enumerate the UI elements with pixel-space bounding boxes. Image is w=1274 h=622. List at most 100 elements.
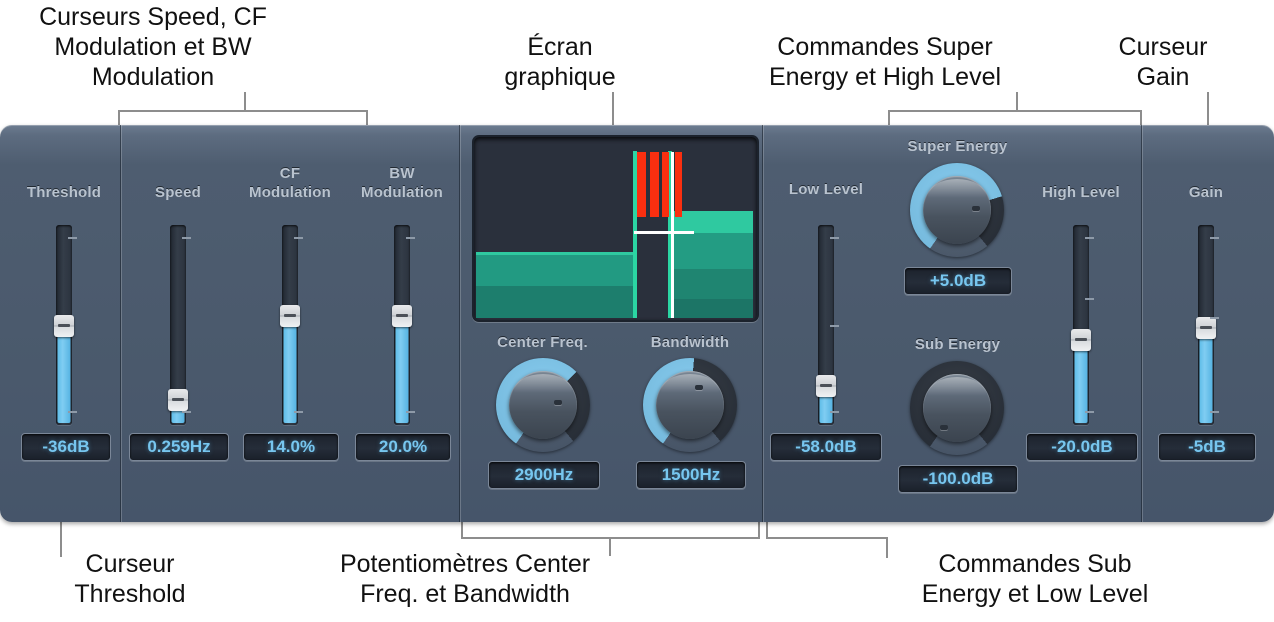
annotation-top-display: Écran graphique: [504, 33, 616, 91]
bw-modulation-tick-bottom: [406, 411, 415, 413]
display-band-low: [476, 252, 634, 318]
high-level-value[interactable]: -20.0dB: [1026, 433, 1138, 461]
bw-modulation-tick-top: [406, 237, 415, 239]
leader-bottom-sub-end-a: [766, 522, 768, 538]
leader-bottom-sub-bar: [766, 537, 888, 539]
leader-top-left-stem: [244, 92, 246, 111]
leader-top-right-stem: [1016, 92, 1018, 111]
gain-tick-bottom: [1210, 411, 1219, 413]
super-energy-knob[interactable]: [910, 163, 1004, 257]
leader-threshold-stem: [60, 522, 62, 557]
leader-bottom-sub-stem: [886, 537, 888, 558]
display-peak-bar-1: [637, 152, 646, 217]
high-level-tick-mid: [1085, 298, 1094, 300]
leader-bottom-knobs-end-b: [758, 522, 760, 538]
low-level-value[interactable]: -58.0dB: [770, 433, 882, 461]
high-level-label: High Level: [1042, 184, 1120, 201]
gain-tick-top: [1210, 237, 1219, 239]
speed-label: Speed: [154, 184, 201, 201]
center-freq-value[interactable]: 2900Hz: [488, 461, 600, 489]
control-cf-modulation: CF Modulation 14.0%: [240, 125, 340, 522]
low-level-slider[interactable]: [810, 225, 842, 425]
cf-modulation-slider[interactable]: [274, 225, 306, 425]
threshold-tick-bottom: [68, 411, 77, 413]
cf-modulation-tick-bottom: [294, 411, 303, 413]
leader-top-right-end-b: [1140, 110, 1142, 125]
threshold-slider[interactable]: [48, 225, 80, 425]
annotation-top-gain: Curseur Gain: [1118, 33, 1208, 91]
display-peak-bar-3: [662, 152, 669, 217]
low-level-tick-top: [830, 237, 839, 239]
control-center-freq: Center Freq. 2900Hz: [470, 325, 615, 505]
graphic-display[interactable]: [472, 135, 759, 322]
gain-value[interactable]: -5dB: [1158, 433, 1256, 461]
display-peak-bar-4: [675, 152, 682, 217]
control-bw-modulation: BW Modulation 20.0%: [352, 125, 452, 522]
speed-tick-top: [182, 237, 191, 239]
leader-top-right-end-a: [888, 110, 890, 125]
speed-slider-thumb[interactable]: [168, 389, 188, 411]
speed-tick-bottom: [182, 411, 191, 413]
threshold-value[interactable]: -36dB: [21, 433, 111, 461]
bw-modulation-slider-thumb[interactable]: [392, 305, 412, 327]
bandwidth-knob[interactable]: [643, 358, 737, 452]
display-crosshair-horizontal: [634, 231, 694, 234]
panel-divider-2: [459, 125, 461, 522]
threshold-slider-fill: [57, 335, 71, 423]
super-energy-knob-pointer: [972, 206, 980, 211]
gain-slider-thumb[interactable]: [1196, 317, 1216, 339]
bandwidth-value[interactable]: 1500Hz: [636, 461, 746, 489]
bandwidth-knob-gloss: [661, 374, 719, 408]
gain-label: Gain: [1188, 184, 1224, 201]
panel-divider-4: [1141, 125, 1143, 522]
display-crosshair-vertical: [671, 152, 674, 318]
cf-modulation-label: CF Modulation: [249, 165, 331, 201]
gain-tick-mid: [1210, 317, 1219, 319]
gain-slider[interactable]: [1190, 225, 1222, 425]
bw-modulation-slider-fill: [395, 325, 409, 423]
annotation-bottom-sub: Commandes Sub Energy et Low Level: [921, 550, 1149, 608]
sub-energy-knob[interactable]: [910, 361, 1004, 455]
bw-modulation-slider[interactable]: [386, 225, 418, 425]
annotation-top-right: Commandes Super Energy et High Level: [768, 33, 1002, 91]
bw-modulation-label: BW Modulation: [361, 165, 443, 201]
high-level-tick-top: [1085, 237, 1094, 239]
control-speed: Speed 0.259Hz: [128, 125, 229, 522]
high-level-slider-thumb[interactable]: [1071, 329, 1091, 351]
display-band-high: [672, 211, 753, 318]
sub-energy-value[interactable]: -100.0dB: [898, 465, 1018, 493]
display-peak-bar-2: [650, 152, 659, 217]
center-freq-knob-pointer: [554, 400, 562, 405]
center-freq-knob[interactable]: [496, 358, 590, 452]
annotation-bottom-knobs: Potentiomètres Center Freq. et Bandwidth: [339, 550, 591, 608]
annotation-top-left: Curseurs Speed, CF Modulation et BW Modu…: [39, 3, 267, 91]
threshold-slider-thumb[interactable]: [54, 315, 74, 337]
super-energy-value[interactable]: +5.0dB: [904, 267, 1012, 295]
control-sub-energy: Sub Energy -100.0dB: [880, 325, 1035, 522]
leader-top-right-bar: [888, 110, 1142, 112]
screenshot-root: Curseurs Speed, CF Modulation et BW Modu…: [0, 0, 1274, 622]
speed-slider[interactable]: [162, 225, 194, 425]
panel-divider-3: [762, 125, 764, 522]
control-threshold: Threshold -36dB: [8, 125, 120, 522]
leader-bottom-knobs-end-a: [461, 522, 463, 538]
low-level-slider-thumb[interactable]: [816, 375, 836, 397]
annotation-bottom-threshold: Curseur Threshold: [74, 550, 186, 608]
low-level-tick-mid: [830, 325, 839, 327]
low-level-tick-bottom: [830, 411, 839, 413]
sub-energy-label: Sub Energy: [914, 336, 1001, 353]
high-level-tick-bottom: [1085, 411, 1094, 413]
cf-modulation-slider-fill: [283, 325, 297, 423]
center-freq-label: Center Freq.: [497, 334, 588, 351]
speed-value[interactable]: 0.259Hz: [129, 433, 229, 461]
center-freq-knob-gloss: [514, 374, 572, 408]
cf-modulation-value[interactable]: 14.0%: [243, 433, 339, 461]
sub-energy-knob-gloss: [928, 377, 986, 411]
leader-top-left-bar: [118, 110, 368, 112]
bandwidth-knob-pointer: [695, 385, 703, 390]
leader-bottom-knobs-stem: [609, 537, 611, 556]
bw-modulation-value[interactable]: 20.0%: [355, 433, 451, 461]
high-level-slider[interactable]: [1065, 225, 1097, 425]
cf-modulation-slider-thumb[interactable]: [280, 305, 300, 327]
control-high-level: High Level -20.0dB: [1025, 125, 1138, 522]
